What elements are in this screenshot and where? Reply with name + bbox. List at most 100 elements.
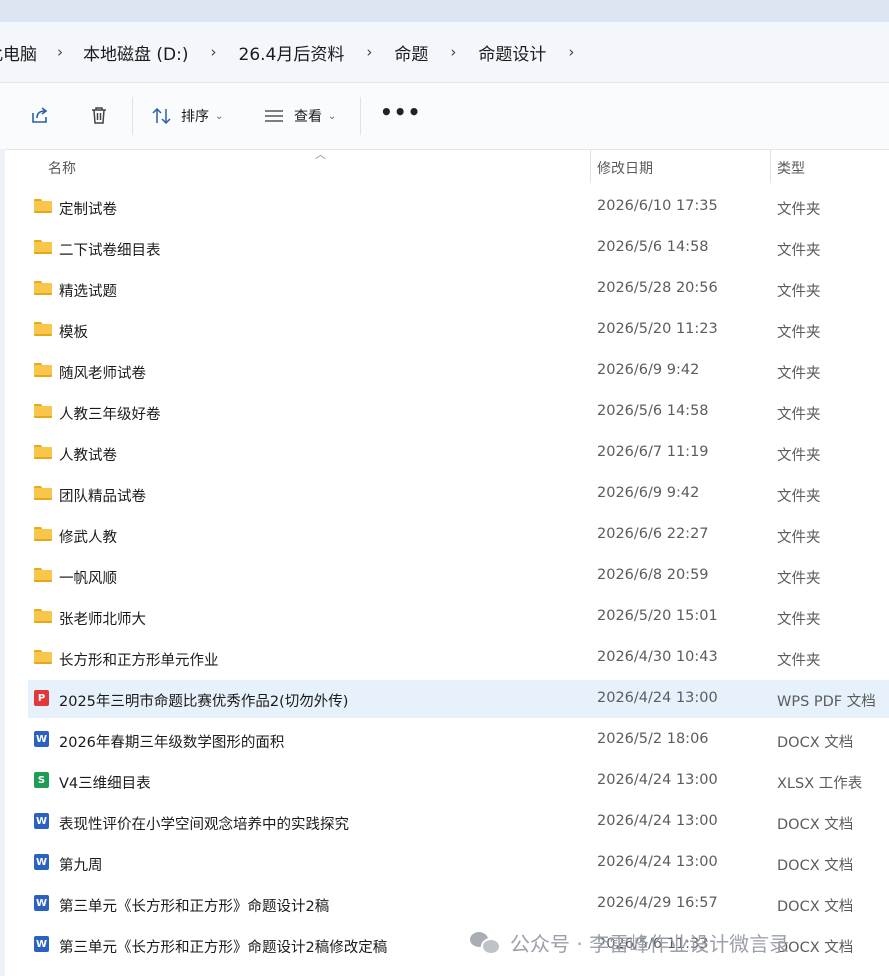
sort-ascending-icon: ︿	[315, 148, 326, 161]
address-bar[interactable]: 此电脑 › 本地磁盘 (D:) › 26.4月后资料 › 命题 › 命题设计 ›	[0, 22, 889, 83]
file-type: 文件夹	[777, 284, 821, 300]
column-name-header[interactable]: 名称	[48, 158, 76, 178]
breadcrumb-this-pc[interactable]: 此电脑	[0, 40, 37, 65]
file-type: 文件夹	[777, 530, 821, 546]
file-date: 2026/6/10 17:35	[597, 198, 718, 214]
folder-row[interactable]: 修武人教 2026/6/6 22:27 文件夹	[28, 516, 889, 554]
command-bar: 排序 ⌄ 查看 ⌄ •••	[0, 83, 889, 150]
column-type-header[interactable]: 类型	[777, 158, 805, 178]
folder-row[interactable]: 人教三年级好卷 2026/5/6 14:58 文件夹	[28, 393, 889, 431]
chevron-right-icon[interactable]: ›	[211, 43, 217, 61]
folder-icon	[34, 486, 52, 500]
file-date: 2026/4/24 13:00	[597, 813, 718, 829]
folder-row[interactable]: 精选试题 2026/5/28 20:56 文件夹	[28, 270, 889, 308]
sort-icon	[152, 107, 171, 125]
chevron-down-icon: ⌄	[328, 110, 337, 122]
breadcrumb-local-disk[interactable]: 本地磁盘 (D:)	[83, 40, 189, 65]
file-date: 2026/6/9 9:42	[597, 362, 700, 378]
file-row[interactable]: W 第九周 2026/4/24 13:00 DOCX 文档	[28, 844, 889, 882]
folder-row[interactable]: 二下试卷细目表 2026/5/6 14:58 文件夹	[28, 229, 889, 267]
docx-file-icon: W	[34, 731, 49, 747]
folder-icon	[34, 363, 52, 377]
folder-row[interactable]: 张老师北师大 2026/5/20 15:01 文件夹	[28, 598, 889, 636]
file-row[interactable]: S V4三维细目表 2026/4/24 13:00 XLSX 工作表	[28, 762, 889, 800]
file-type: 文件夹	[777, 202, 821, 218]
column-separator[interactable]	[590, 149, 591, 183]
chevron-right-icon[interactable]: ›	[366, 43, 372, 61]
folder-icon	[34, 445, 52, 459]
folder-icon	[34, 281, 52, 295]
column-separator[interactable]	[770, 149, 771, 183]
file-type: DOCX 文档	[777, 817, 854, 833]
folder-row[interactable]: 人教试卷 2026/6/7 11:19 文件夹	[28, 434, 889, 472]
file-type: WPS PDF 文档	[777, 694, 876, 710]
file-date: 2026/4/30 10:43	[597, 649, 718, 665]
view-label: 查看	[294, 109, 322, 125]
file-type: 文件夹	[777, 489, 821, 505]
file-name: 人教三年级好卷	[59, 407, 161, 423]
file-name: 人教试卷	[59, 448, 117, 464]
file-date: 2026/5/6 14:58	[597, 403, 709, 419]
share-icon[interactable]	[28, 103, 52, 127]
folder-icon	[34, 650, 52, 664]
chevron-right-icon[interactable]: ›	[450, 43, 456, 61]
sort-button[interactable]: 排序 ⌄	[151, 103, 223, 129]
file-type: 文件夹	[777, 366, 821, 382]
toolbar-divider	[132, 97, 133, 135]
file-row[interactable]: W 2026年春期三年级数学图形的面积 2026/5/2 18:06 DOCX 文档	[28, 721, 889, 759]
breadcrumb-folder-26-4[interactable]: 26.4月后资料	[239, 40, 345, 65]
docx-file-icon: W	[34, 936, 49, 952]
view-button[interactable]: 查看 ⌄	[263, 103, 336, 129]
folder-icon	[34, 568, 52, 582]
folder-icon	[34, 322, 52, 336]
chevron-right-icon[interactable]: ›	[568, 43, 574, 61]
file-type: 文件夹	[777, 243, 821, 259]
breadcrumb-mingti-sheji[interactable]: 命题设计	[478, 40, 546, 65]
file-date: 2026/5/20 11:23	[597, 321, 718, 337]
folder-row[interactable]: 团队精品试卷 2026/6/9 9:42 文件夹	[28, 475, 889, 513]
file-date: 2026/5/20 15:01	[597, 608, 718, 624]
file-row[interactable]: W 第三单元《长方形和正方形》命题设计2稿 2026/4/29 16:57 DOCX …	[28, 885, 889, 923]
file-name: 模板	[59, 325, 88, 341]
trash-icon[interactable]	[87, 103, 111, 127]
file-name: 团队精品试卷	[59, 489, 146, 505]
file-name: 张老师北师大	[59, 612, 146, 628]
file-date: 2026/4/29 16:57	[597, 895, 718, 911]
watermark-text: 公众号 · 李雷峰作业设计微言录	[510, 931, 790, 956]
file-row[interactable]: P 2025年三明市命题比赛优秀作品2(切勿外传) 2026/4/24 13:00 W…	[28, 680, 889, 718]
folder-icon	[34, 240, 52, 254]
breadcrumb-mingti[interactable]: 命题	[394, 40, 428, 65]
folder-row[interactable]: 定制试卷 2026/6/10 17:35 文件夹	[28, 188, 889, 226]
file-name: 二下试卷细目表	[59, 243, 161, 259]
docx-file-icon: W	[34, 813, 49, 829]
docx-file-icon: W	[34, 895, 49, 911]
navigation-pane-edge	[0, 149, 5, 976]
folder-row[interactable]: 长方形和正方形单元作业 2026/4/30 10:43 文件夹	[28, 639, 889, 677]
folder-icon	[34, 199, 52, 213]
folder-row[interactable]: 模板 2026/5/20 11:23 文件夹	[28, 311, 889, 349]
more-options-button[interactable]: •••	[380, 102, 421, 122]
file-date: 2026/5/28 20:56	[597, 280, 718, 296]
chevron-right-icon[interactable]: ›	[57, 43, 63, 61]
sort-label: 排序	[181, 109, 209, 125]
folder-icon	[34, 609, 52, 623]
pdf-file-icon: P	[34, 690, 49, 706]
folder-row[interactable]: 一帆风顺 2026/6/8 20:59 文件夹	[28, 557, 889, 595]
xlsx-file-icon: S	[34, 772, 49, 788]
file-row[interactable]: W 表现性评价在小学空间观念培养中的实践探究 2026/4/24 13:00 DOCX…	[28, 803, 889, 841]
file-type: DOCX 文档	[777, 735, 854, 751]
folder-row[interactable]: 随风老师试卷 2026/6/9 9:42 文件夹	[28, 352, 889, 390]
file-date: 2026/6/9 9:42	[597, 485, 700, 501]
file-type: 文件夹	[777, 571, 821, 587]
folder-icon	[34, 404, 52, 418]
chevron-down-icon: ⌄	[215, 110, 224, 122]
file-date: 2026/4/24 13:00	[597, 772, 718, 788]
file-name: 随风老师试卷	[59, 366, 146, 382]
file-type: 文件夹	[777, 325, 821, 341]
column-date-header[interactable]: 修改日期	[597, 158, 653, 178]
file-name: 长方形和正方形单元作业	[59, 653, 219, 669]
column-header: ︿ 名称 修改日期 类型	[5, 148, 889, 185]
file-date: 2026/6/7 11:19	[597, 444, 709, 460]
file-name: 修武人教	[59, 530, 117, 546]
file-type: XLSX 工作表	[777, 776, 863, 792]
